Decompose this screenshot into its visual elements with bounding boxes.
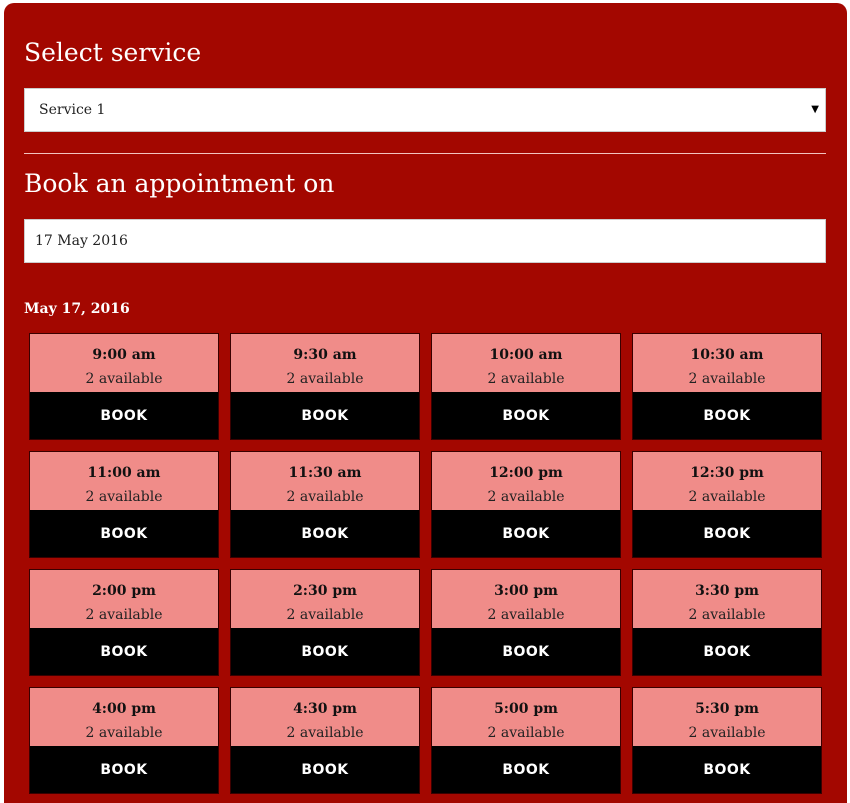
- slot-time: 5:30 pm: [695, 701, 759, 717]
- book-button[interactable]: BOOK: [432, 628, 620, 675]
- slot-availability: 2 available: [688, 371, 766, 387]
- time-slot-card: 12:30 pm 2 available BOOK: [632, 451, 822, 558]
- book-button[interactable]: BOOK: [30, 628, 218, 675]
- slot-availability: 2 available: [85, 489, 163, 505]
- book-button[interactable]: BOOK: [432, 746, 620, 793]
- appointment-date-input[interactable]: [24, 219, 826, 263]
- slot-time: 10:00 am: [489, 347, 563, 363]
- book-button[interactable]: BOOK: [231, 628, 419, 675]
- book-button[interactable]: BOOK: [30, 392, 218, 439]
- book-button[interactable]: BOOK: [633, 510, 821, 557]
- time-slot-card: 4:30 pm 2 available BOOK: [230, 687, 420, 794]
- time-slot-card: 10:00 am 2 available BOOK: [431, 333, 621, 440]
- time-slot-card: 2:00 pm 2 available BOOK: [29, 569, 219, 676]
- slot-availability: 2 available: [85, 725, 163, 741]
- service-select-value: Service 1: [39, 102, 106, 118]
- time-slot-card: 11:30 am 2 available BOOK: [230, 451, 420, 558]
- section-divider: [24, 153, 826, 154]
- slot-availability: 2 available: [688, 725, 766, 741]
- slot-availability: 2 available: [85, 371, 163, 387]
- book-button[interactable]: BOOK: [231, 510, 419, 557]
- service-select[interactable]: Service 1 ▼: [24, 88, 826, 132]
- time-slot-card: 9:30 am 2 available BOOK: [230, 333, 420, 440]
- slot-time: 12:00 pm: [489, 465, 563, 481]
- slot-availability: 2 available: [286, 607, 364, 623]
- slot-time: 9:30 am: [293, 347, 357, 363]
- book-button[interactable]: BOOK: [30, 510, 218, 557]
- slot-time: 10:30 am: [690, 347, 764, 363]
- slot-time: 11:30 am: [288, 465, 362, 481]
- slots-date-label: May 17, 2016: [24, 301, 130, 317]
- slot-availability: 2 available: [286, 371, 364, 387]
- slot-availability: 2 available: [688, 607, 766, 623]
- slot-time: 5:00 pm: [494, 701, 558, 717]
- book-button[interactable]: BOOK: [633, 628, 821, 675]
- book-button[interactable]: BOOK: [633, 746, 821, 793]
- time-slot-card: 3:00 pm 2 available BOOK: [431, 569, 621, 676]
- slot-time: 9:00 am: [92, 347, 156, 363]
- caret-down-icon: ▼: [811, 104, 819, 115]
- time-slot-card: 9:00 am 2 available BOOK: [29, 333, 219, 440]
- time-slot-card: 12:00 pm 2 available BOOK: [431, 451, 621, 558]
- book-button[interactable]: BOOK: [633, 392, 821, 439]
- slot-time: 4:00 pm: [92, 701, 156, 717]
- slot-time: 2:00 pm: [92, 583, 156, 599]
- slot-availability: 2 available: [85, 607, 163, 623]
- slot-availability: 2 available: [688, 489, 766, 505]
- slot-availability: 2 available: [286, 725, 364, 741]
- book-button[interactable]: BOOK: [231, 392, 419, 439]
- slot-availability: 2 available: [487, 489, 565, 505]
- slot-availability: 2 available: [286, 489, 364, 505]
- slot-time: 4:30 pm: [293, 701, 357, 717]
- slot-time: 12:30 pm: [690, 465, 764, 481]
- slot-availability: 2 available: [487, 607, 565, 623]
- time-slot-card: 10:30 am 2 available BOOK: [632, 333, 822, 440]
- time-slot-card: 5:00 pm 2 available BOOK: [431, 687, 621, 794]
- book-button[interactable]: BOOK: [432, 392, 620, 439]
- slot-time: 2:30 pm: [293, 583, 357, 599]
- time-slot-card: 5:30 pm 2 available BOOK: [632, 687, 822, 794]
- time-slot-card: 2:30 pm 2 available BOOK: [230, 569, 420, 676]
- book-button[interactable]: BOOK: [30, 746, 218, 793]
- book-button[interactable]: BOOK: [231, 746, 419, 793]
- slot-availability: 2 available: [487, 371, 565, 387]
- slot-time: 3:30 pm: [695, 583, 759, 599]
- book-appointment-heading: Book an appointment on: [24, 169, 335, 198]
- time-slot-card: 4:00 pm 2 available BOOK: [29, 687, 219, 794]
- time-slot-card: 11:00 am 2 available BOOK: [29, 451, 219, 558]
- time-slot-grid: 9:00 am 2 available BOOK 9:30 am 2 available…: [29, 333, 823, 794]
- booking-panel: Select service Service 1 ▼ Book an appoi…: [4, 3, 847, 803]
- time-slot-card: 3:30 pm 2 available BOOK: [632, 569, 822, 676]
- slot-time: 3:00 pm: [494, 583, 558, 599]
- slot-time: 11:00 am: [87, 465, 161, 481]
- slot-availability: 2 available: [487, 725, 565, 741]
- select-service-heading: Select service: [24, 38, 202, 67]
- book-button[interactable]: BOOK: [432, 510, 620, 557]
